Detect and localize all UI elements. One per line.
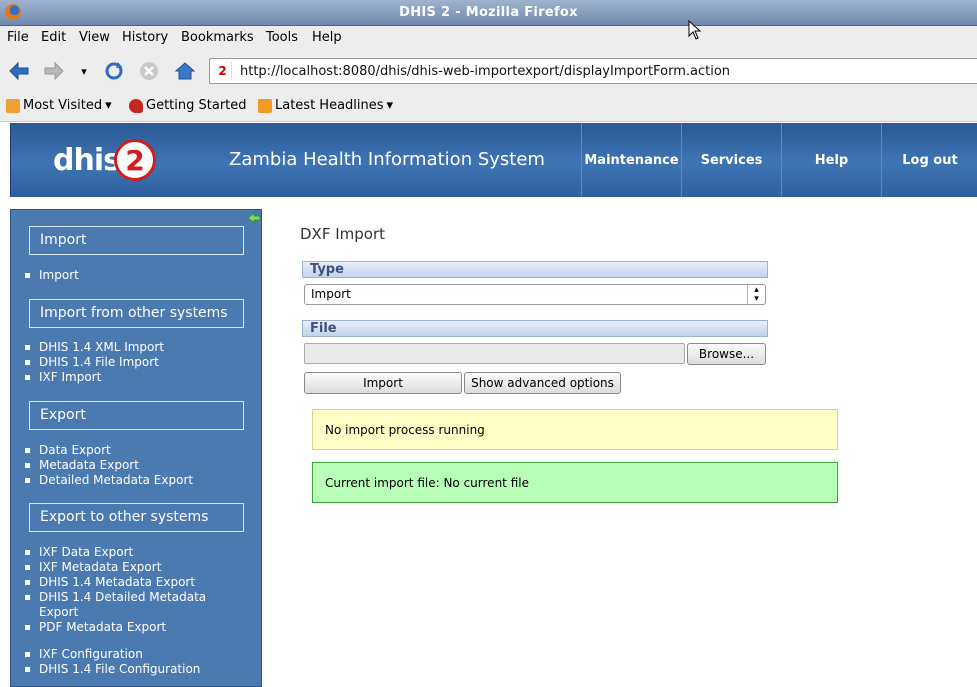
page-title: DXF Import bbox=[300, 225, 386, 243]
menu-help-link[interactable]: Help bbox=[781, 123, 881, 197]
chevron-down-icon: ▾ bbox=[386, 98, 394, 113]
link-ixf-data-export[interactable]: IXF Data Export bbox=[24, 545, 133, 559]
site-favicon: 2 bbox=[214, 62, 232, 80]
type-select[interactable]: Import ▴ ▾ bbox=[304, 284, 766, 305]
rss-feed-icon bbox=[258, 98, 272, 113]
bookmark-getting-started[interactable]: Getting Started bbox=[129, 98, 247, 113]
link-ixf-metadata-export[interactable]: IXF Metadata Export bbox=[24, 560, 161, 574]
home-icon[interactable] bbox=[173, 59, 197, 83]
bookmark-most-visited[interactable]: Most Visited ▾ bbox=[6, 98, 112, 113]
browse-button[interactable]: Browse... bbox=[687, 343, 766, 365]
link-data-export[interactable]: Data Export bbox=[25, 443, 111, 457]
select-arrows-icon: ▴ ▾ bbox=[747, 285, 765, 304]
left-menu: Import Import Import from other systems … bbox=[10, 209, 262, 687]
section-export: Export bbox=[29, 401, 244, 430]
import-status-message: No import process running bbox=[312, 409, 838, 450]
file-path-input[interactable] bbox=[304, 343, 685, 364]
bookmarks-toolbar: Most Visited ▾ Getting Started Latest Hea… bbox=[0, 92, 977, 122]
menu-logout[interactable]: Log out bbox=[881, 123, 977, 197]
menu-bookmarks[interactable]: Bookmarks bbox=[181, 30, 254, 45]
section-import-other: Import from other systems bbox=[29, 299, 244, 328]
type-section-header: Type bbox=[302, 261, 768, 278]
window-titlebar: DHIS 2 - Mozilla Firefox bbox=[0, 0, 977, 26]
link-metadata-export[interactable]: Metadata Export bbox=[25, 458, 139, 472]
menu-services[interactable]: Services bbox=[681, 123, 781, 197]
history-dropdown-icon[interactable]: ▾ bbox=[72, 59, 96, 83]
forward-icon[interactable] bbox=[42, 59, 66, 83]
link-pdf-metadata-export[interactable]: PDF Metadata Export bbox=[24, 620, 166, 634]
section-import: Import bbox=[29, 226, 244, 255]
reload-icon[interactable] bbox=[102, 59, 126, 83]
menu-tools[interactable]: Tools bbox=[266, 30, 298, 45]
collapse-menu-icon[interactable] bbox=[247, 212, 261, 224]
stop-icon[interactable] bbox=[137, 59, 161, 83]
link-ixf-configuration[interactable]: IXF Configuration bbox=[25, 647, 143, 661]
url-text: http://localhost:8080/dhis/dhis-web-impo… bbox=[240, 64, 731, 79]
bookmark-latest-headlines[interactable]: Latest Headlines ▾ bbox=[258, 98, 393, 113]
mouse-cursor-icon bbox=[688, 20, 702, 40]
link-dhis14-xml-import[interactable]: DHIS 1.4 XML Import bbox=[24, 340, 164, 354]
menu-maintenance[interactable]: Maintenance bbox=[581, 123, 681, 197]
back-icon[interactable] bbox=[7, 59, 31, 83]
menu-view[interactable]: View bbox=[79, 30, 110, 45]
chevron-down-icon: ▾ bbox=[105, 98, 112, 113]
link-dhis14-detailed-metadata-export-cont[interactable]: Export bbox=[39, 605, 78, 619]
link-import[interactable]: Import bbox=[25, 268, 79, 282]
link-dhis14-file-configuration[interactable]: DHIS 1.4 File Configuration bbox=[24, 662, 200, 676]
menu-help[interactable]: Help bbox=[312, 30, 342, 45]
dhis-header: dhis 2 Zambia Health Information System … bbox=[10, 123, 977, 197]
window-title: DHIS 2 - Mozilla Firefox bbox=[399, 5, 578, 20]
section-export-other: Export to other systems bbox=[29, 503, 244, 532]
rss-folder-icon bbox=[6, 98, 20, 113]
address-bar[interactable]: 2 http://localhost:8080/dhis/dhis-web-im… bbox=[209, 58, 977, 84]
web-page: dhis 2 Zambia Health Information System … bbox=[0, 123, 977, 687]
link-dhis14-file-import[interactable]: DHIS 1.4 File Import bbox=[25, 355, 159, 369]
link-dhis14-detailed-metadata-export[interactable]: DHIS 1.4 Detailed Metadata bbox=[24, 590, 206, 604]
dhis2-logo[interactable]: dhis 2 bbox=[53, 135, 156, 185]
current-import-file-message: Current import file: No current file bbox=[312, 462, 838, 503]
link-ixf-import[interactable]: IXF Import bbox=[24, 370, 101, 384]
file-section-header: File bbox=[302, 320, 768, 337]
menu-edit[interactable]: Edit bbox=[41, 30, 66, 45]
import-button[interactable]: Import bbox=[304, 372, 462, 394]
link-dhis14-metadata-export[interactable]: DHIS 1.4 Metadata Export bbox=[24, 575, 195, 589]
menubar: File Edit View History Bookmarks Tools H… bbox=[0, 26, 977, 50]
link-detailed-metadata-export[interactable]: Detailed Metadata Export bbox=[24, 473, 193, 487]
navigation-toolbar: ▾ 2 http://localhost:8080/dhis/dhis-web-… bbox=[0, 50, 977, 92]
menu-file[interactable]: File bbox=[7, 30, 29, 45]
getting-started-icon bbox=[129, 98, 143, 113]
system-name: Zambia Health Information System bbox=[229, 149, 545, 170]
show-advanced-options-button[interactable]: Show advanced options bbox=[464, 372, 621, 394]
menu-history[interactable]: History bbox=[122, 30, 168, 45]
